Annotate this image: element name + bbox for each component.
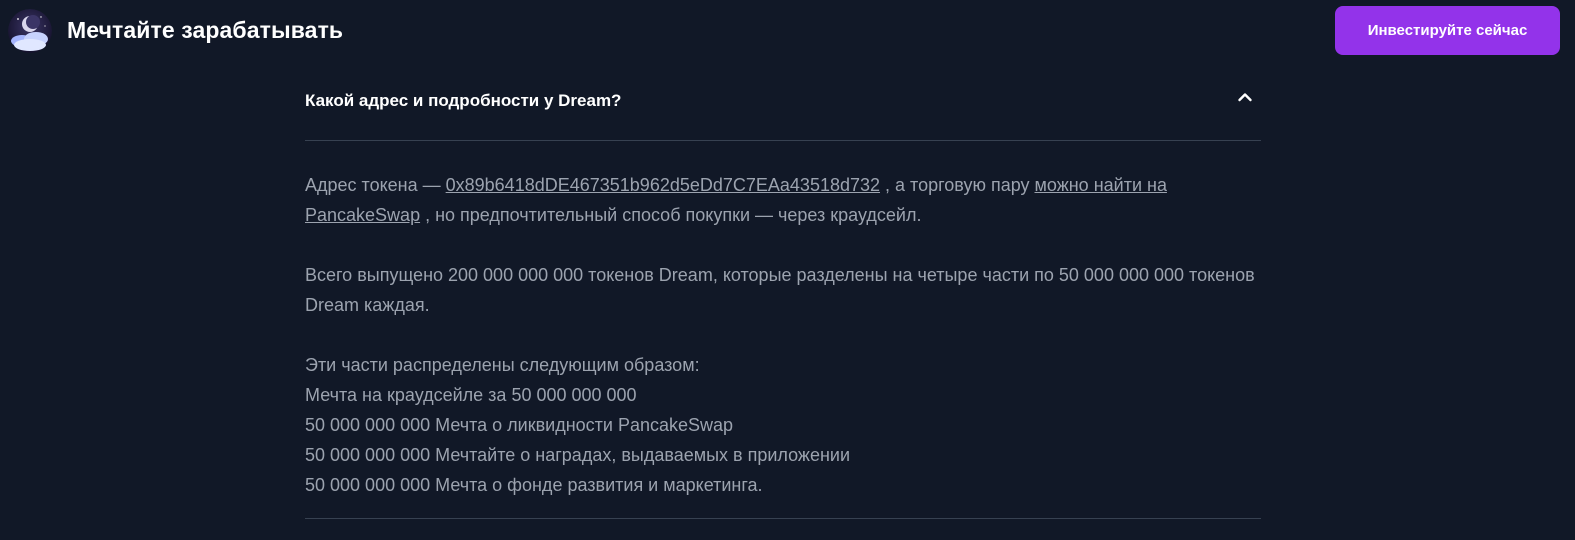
- faq-item: Какой адрес и подробности у Dream? Адрес…: [305, 62, 1261, 519]
- invest-now-button[interactable]: Инвестируйте сейчас: [1335, 6, 1560, 55]
- faq-question-toggle[interactable]: Какой адрес и подробности у Dream?: [305, 62, 1261, 141]
- chevron-up-icon[interactable]: [1237, 89, 1253, 105]
- distribution-item: Мечта на краудсейле за 50 000 000 000: [305, 385, 637, 405]
- answer-paragraph-address: Адрес токена — 0x89b6418dDE467351b962d5e…: [305, 175, 1167, 225]
- distribution-item: 50 000 000 000 Мечта о фонде развития и …: [305, 475, 763, 495]
- logo-icon[interactable]: [8, 9, 52, 53]
- answer-paragraph-supply: Всего выпущено 200 000 000 000 токенов D…: [305, 265, 1255, 315]
- brand-title: Мечтайте зарабатывать: [67, 17, 344, 43]
- faq-answer: Адрес токена — 0x89b6418dDE467351b962d5e…: [305, 141, 1261, 519]
- faq-question: Какой адрес и подробности у Dream?: [305, 91, 622, 110]
- distribution-item: 50 000 000 000 Мечта о ликвидности Panca…: [305, 415, 734, 435]
- site-header: Мечтайте зарабатывать Инвестируйте сейча…: [0, 0, 1575, 62]
- answer-distribution-intro: Эти части распределены следующим образом…: [305, 355, 700, 375]
- token-address-link[interactable]: 0x89b6418dDE467351b962d5eDd7C7EAa43518d7…: [446, 175, 880, 195]
- distribution-item: 50 000 000 000 Мечтайте о наградах, выда…: [305, 445, 851, 465]
